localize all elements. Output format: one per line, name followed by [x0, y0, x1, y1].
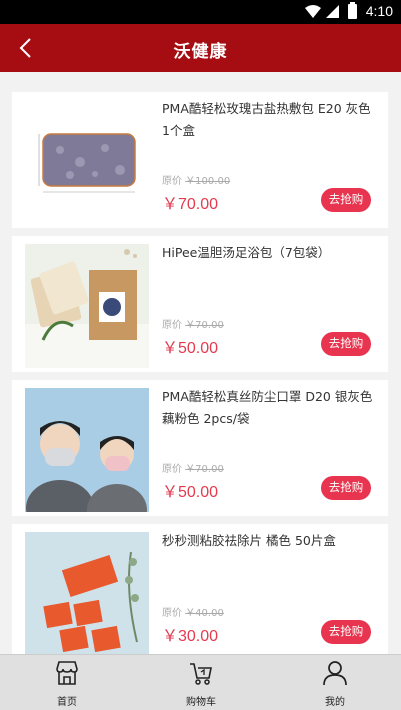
tab-label: 我的 — [325, 697, 345, 708]
product-name: PMA酷轻松玫瑰古盐热敷包 E20 灰色 1个盒 — [162, 101, 371, 138]
page-title: 沃健康 — [173, 42, 228, 62]
original-price: 原价 ￥70.00 — [162, 316, 224, 331]
product-name: HiPee温胆汤足浴包（7包袋） — [162, 245, 331, 260]
product-name: PMA酷轻松真丝防尘口罩 D20 银灰色 藕粉色 2pcs/袋 — [162, 389, 373, 426]
product-card[interactable]: 秒秒测粘胶祛除片 橘色 50片盒 原价 ￥40.00 ￥30.00 去抢购 — [12, 524, 388, 654]
original-price-label: 原价 — [162, 608, 182, 619]
tab-label: 首页 — [57, 697, 77, 708]
sale-price: ￥50.00 — [162, 340, 219, 357]
tab-home[interactable]: 首页 — [0, 655, 134, 710]
buy-now-button[interactable]: 去抢购 — [321, 332, 371, 356]
product-image-lint-remover — [25, 532, 149, 654]
buy-now-button[interactable]: 去抢购 — [321, 188, 371, 212]
buy-now-button[interactable]: 去抢购 — [321, 476, 371, 500]
original-price-value: ￥70.00 — [185, 320, 224, 331]
tab-cart[interactable]: 购物车 — [134, 655, 268, 710]
bottom-tab-bar: 首页 购物车 我的 — [0, 654, 401, 710]
original-price-value: ￥70.00 — [185, 464, 224, 475]
product-card[interactable]: PMA酷轻松真丝防尘口罩 D20 银灰色 藕粉色 2pcs/袋 原价 ￥70.0… — [12, 380, 388, 516]
buy-now-button[interactable]: 去抢购 — [321, 620, 371, 644]
app-header: 沃健康 — [0, 24, 401, 72]
tab-profile[interactable]: 我的 — [268, 655, 401, 710]
wifi-icon — [305, 5, 321, 18]
sale-price: ￥50.00 — [162, 484, 219, 501]
product-image-masks — [25, 388, 149, 512]
original-price-value: ￥100.00 — [185, 176, 231, 187]
status-time: 4:10 — [365, 3, 393, 19]
product-list[interactable]: PMA酷轻松玫瑰古盐热敷包 E20 灰色 1个盒 原价 ￥100.00 ￥70.… — [0, 72, 401, 654]
signal-icon — [326, 5, 339, 18]
product-card[interactable]: PMA酷轻松玫瑰古盐热敷包 E20 灰色 1个盒 原价 ￥100.00 ￥70.… — [12, 92, 388, 228]
product-image-foot-bath — [25, 244, 149, 368]
user-icon — [323, 661, 347, 686]
product-image-heat-pack — [25, 100, 149, 224]
status-bar: 4:10 — [0, 0, 401, 24]
original-price: 原价 ￥100.00 — [162, 172, 230, 187]
store-icon — [56, 661, 78, 685]
original-price-label: 原价 — [162, 176, 182, 187]
original-price: 原价 ￥40.00 — [162, 604, 224, 619]
cart-icon — [190, 663, 212, 685]
original-price: 原价 ￥70.00 — [162, 460, 224, 475]
battery-icon — [348, 2, 357, 19]
original-price-label: 原价 — [162, 320, 182, 331]
product-card[interactable]: HiPee温胆汤足浴包（7包袋） 原价 ￥70.00 ￥50.00 去抢购 — [12, 236, 388, 372]
tab-label: 购物车 — [186, 697, 216, 708]
product-name: 秒秒测粘胶祛除片 橘色 50片盒 — [162, 533, 336, 548]
original-price-value: ￥40.00 — [185, 608, 224, 619]
sale-price: ￥70.00 — [162, 196, 219, 213]
sale-price: ￥30.00 — [162, 628, 219, 645]
original-price-label: 原价 — [162, 464, 182, 475]
